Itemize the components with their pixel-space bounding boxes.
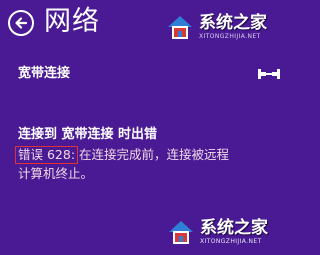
error-line-2: 计算机终止。: [18, 164, 288, 183]
back-button[interactable]: [8, 10, 34, 36]
house-logo-icon: [168, 16, 192, 39]
watermark-url: XITONGZHIJIA.NET: [199, 33, 261, 40]
house-logo-icon: [169, 221, 193, 244]
error-message-block: 连接到 宽带连接 时出错 错误 628: 在连接完成前，连接被远程 计算机终止。: [15, 125, 288, 183]
error-message-part1: 在连接完成前，连接被远程: [79, 147, 230, 162]
back-arrow-icon: [15, 17, 28, 29]
watermark-title: 系统之家: [199, 13, 267, 33]
error-message-part2: 计算机终止。: [18, 166, 94, 181]
connection-name: 宽带连接: [18, 66, 71, 81]
error-title: 连接到 宽带连接 时出错: [18, 127, 158, 142]
connection-item-broadband[interactable]: 宽带连接: [18, 64, 280, 86]
watermark-url: XITONGZHIJIA.NET: [200, 238, 262, 245]
watermark-title: 系统之家: [200, 218, 268, 238]
watermark-bottom: 系统之家 XITONGZHIJIA.NET: [166, 214, 296, 250]
error-code: 错误 628:: [15, 146, 79, 164]
watermark-top: 系统之家 XITONGZHIJIA.NET: [165, 10, 295, 44]
ethernet-plug-icon: [258, 69, 280, 79]
network-flyout: 网络 系统之家 XITONGZHIJIA.NET 宽带连接 连接到 宽带连接 时…: [0, 0, 299, 255]
page-title: 网络: [44, 6, 100, 37]
error-line-1: 错误 628: 在连接完成前，连接被远程: [15, 145, 288, 164]
